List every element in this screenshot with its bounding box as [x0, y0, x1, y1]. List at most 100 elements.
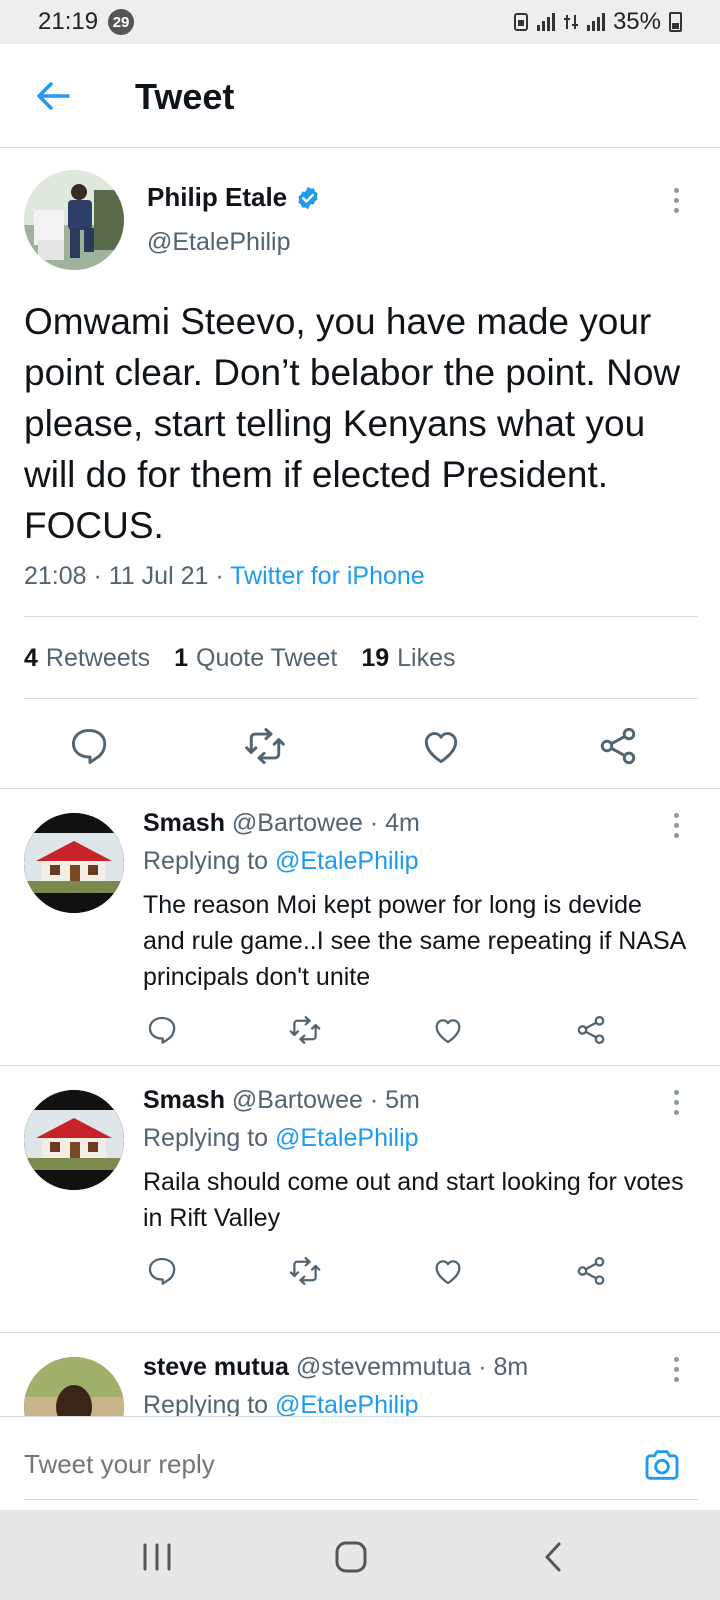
reply-item[interactable]: Smash @Bartowee · 4m Replying to @EtaleP… — [0, 789, 720, 1066]
reply-share-button[interactable] — [574, 1013, 608, 1047]
more-dot — [673, 823, 679, 828]
reply-text: The reason Moi kept power for long is de… — [143, 891, 685, 991]
reply-share-button[interactable] — [574, 1254, 608, 1288]
recent-apps-button[interactable] — [137, 1540, 177, 1574]
more-options-button[interactable] — [672, 188, 680, 213]
reply-retweet-button[interactable] — [288, 1254, 322, 1288]
system-back-button[interactable] — [533, 1540, 573, 1574]
more-dot — [673, 1110, 679, 1115]
reply-like-button[interactable] — [431, 1254, 465, 1288]
quotes-label: Quote Tweet — [196, 644, 338, 672]
more-dot — [673, 1377, 679, 1382]
like-button[interactable] — [419, 724, 463, 768]
share-icon — [600, 727, 636, 765]
status-right: 35% — [513, 8, 682, 36]
page-title: Tweet — [135, 76, 235, 117]
more-vertical-icon — [673, 1090, 679, 1095]
avatar-photo — [24, 170, 124, 270]
reply-text: Raila should come out and start looking … — [143, 1168, 684, 1232]
retweet-icon — [289, 1257, 321, 1285]
heart-icon — [435, 1260, 461, 1285]
reply-item[interactable]: steve mutua @stevemmutua · 8m Replying t… — [0, 1333, 720, 1416]
tweet-stats: 4 Retweets 1 Quote Tweet 19 Likes — [24, 644, 456, 673]
retweets-stat[interactable]: 4 Retweets — [24, 644, 150, 673]
divider — [24, 698, 698, 699]
replying-to-handle[interactable]: @EtalePhilip — [275, 1124, 419, 1152]
arrow-left-icon — [37, 82, 70, 110]
verified-badge-icon — [298, 186, 318, 209]
reply-more-button[interactable] — [672, 813, 680, 838]
tweet-source-link[interactable]: Twitter for iPhone — [230, 562, 425, 590]
author-name[interactable]: Philip Etale — [147, 182, 287, 213]
retweet-button[interactable] — [243, 724, 287, 768]
status-bar: 21:19 29 35% — [0, 0, 720, 44]
author-handle[interactable]: @EtalePhilip — [147, 228, 291, 257]
more-dot — [673, 1367, 679, 1372]
camera-icon — [645, 1450, 679, 1480]
battery-percent: 35% — [612, 8, 661, 35]
house-avatar-image — [24, 813, 124, 913]
reply-reply-button[interactable] — [145, 1013, 179, 1047]
back-button[interactable] — [34, 80, 74, 112]
system-nav-bar — [0, 1510, 720, 1600]
reply-avatar[interactable] — [24, 1357, 124, 1416]
reply-input[interactable] — [24, 1449, 584, 1480]
more-dot — [673, 1100, 679, 1105]
reply-avatar[interactable] — [24, 813, 124, 913]
retweets-label: Retweets — [45, 644, 151, 672]
likes-stat[interactable]: 19 Likes — [361, 644, 455, 673]
wifi-calling-icon — [563, 15, 578, 29]
reply-header: Smash @Bartowee · 4m — [143, 809, 420, 838]
reply-button[interactable] — [67, 724, 111, 768]
reply-author-name[interactable]: Smash — [143, 809, 225, 837]
more-vertical-icon — [673, 188, 679, 193]
share-button[interactable] — [596, 724, 640, 768]
home-button[interactable] — [331, 1540, 371, 1574]
tweet-meta: 21:08 · 11 Jul 21 · Twitter for iPhone — [24, 562, 425, 591]
more-dot — [673, 208, 679, 213]
replying-to-label: Replying to — [143, 1391, 276, 1416]
tweet-timestamp: 21:08 · 11 Jul 21 · — [24, 562, 231, 590]
person-avatar-image — [24, 1357, 124, 1416]
replying-to-handle[interactable]: @EtalePhilip — [275, 847, 419, 875]
quotes-count: 1 — [174, 644, 189, 672]
retweet-icon — [289, 1016, 321, 1044]
tweet-actions — [0, 724, 720, 768]
reply-avatar[interactable] — [24, 1090, 124, 1190]
reply-author-name[interactable]: Smash — [143, 1086, 225, 1114]
reply-icon — [148, 1257, 176, 1285]
divider — [24, 616, 698, 617]
divider — [24, 1499, 698, 1500]
reply-meta: @stevemmutua · 8m — [288, 1353, 529, 1381]
top-app-bar: Tweet — [0, 44, 720, 148]
replying-to-handle[interactable]: @EtalePhilip — [275, 1391, 419, 1416]
quotes-stat[interactable]: 1 Quote Tweet — [174, 644, 337, 673]
likes-count: 19 — [361, 644, 390, 672]
share-icon — [577, 1256, 605, 1286]
author-name-row: Philip Etale — [147, 182, 321, 213]
replying-to-label: Replying to — [143, 1124, 276, 1152]
author-avatar[interactable] — [24, 170, 124, 270]
reply-header: Smash @Bartowee · 5m — [143, 1086, 420, 1115]
heart-icon — [435, 1019, 461, 1044]
reply-reply-button[interactable] — [145, 1254, 179, 1288]
reply-more-button[interactable] — [672, 1090, 680, 1115]
recent-apps-icon — [143, 1543, 171, 1571]
replying-to: Replying to @EtalePhilip — [143, 1124, 419, 1153]
tweet-text: Omwami Steevo, you have made your point … — [24, 301, 681, 546]
more-dot — [673, 198, 679, 203]
home-icon — [335, 1541, 367, 1573]
reply-retweet-button[interactable] — [288, 1013, 322, 1047]
data-saver-icon — [513, 13, 528, 31]
reply-icon — [71, 728, 107, 764]
camera-button[interactable] — [642, 1445, 682, 1485]
house-avatar-image — [24, 1090, 124, 1190]
reply-more-button[interactable] — [672, 1357, 680, 1382]
reply-like-button[interactable] — [431, 1013, 465, 1047]
more-vertical-icon — [673, 1357, 679, 1362]
reply-author-name[interactable]: steve mutua — [143, 1353, 289, 1381]
reply-meta: @Bartowee · 4m — [224, 809, 420, 837]
retweet-icon — [245, 728, 285, 764]
signal-icon-2 — [586, 13, 605, 31]
reply-item[interactable]: Smash @Bartowee · 5m Replying to @EtaleP… — [0, 1066, 720, 1333]
